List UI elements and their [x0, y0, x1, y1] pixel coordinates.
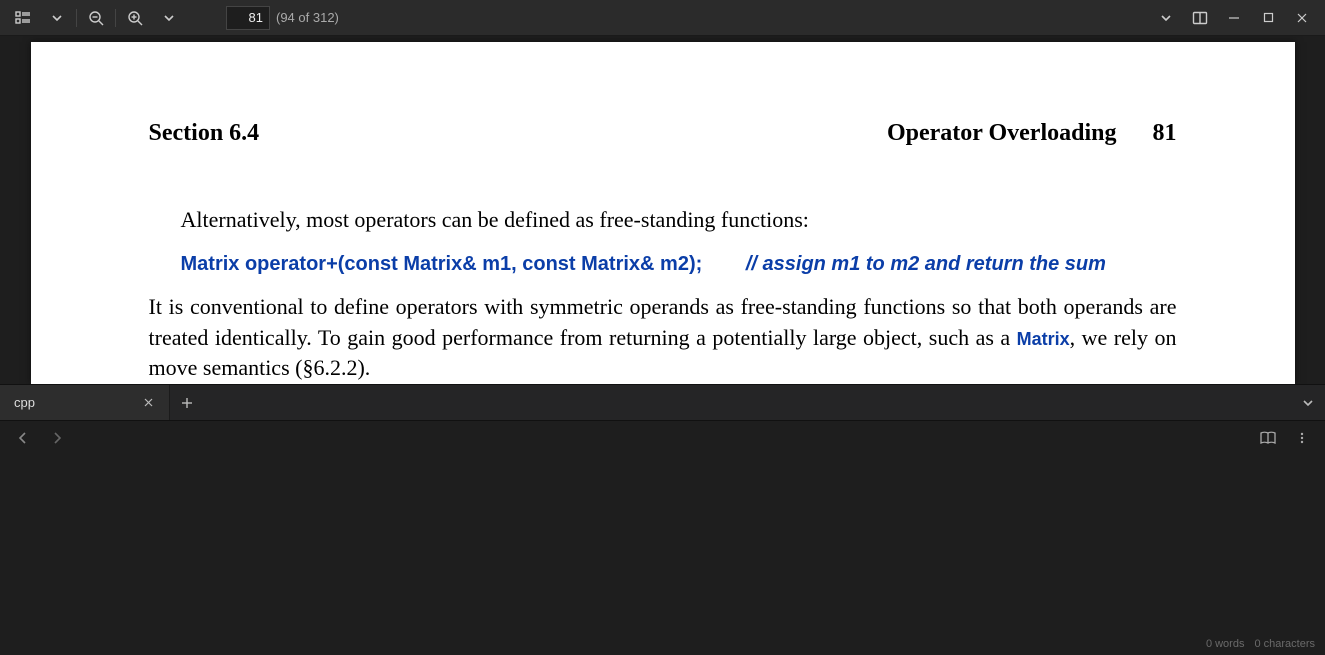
editor-tab-label: cpp — [14, 395, 35, 410]
section-label: Section 6.4 — [149, 120, 260, 147]
editor-subbar — [0, 420, 1325, 454]
pdf-paragraph: It is conventional to define operators w… — [149, 292, 1177, 383]
tab-close-button[interactable] — [139, 394, 157, 412]
sidebar-toggle-button[interactable] — [6, 4, 40, 32]
pdf-code-line: Matrix operator+(const Matrix& m1, const… — [181, 253, 1177, 276]
status-word-count: 0 words — [1206, 638, 1245, 650]
zoom-dropdown-button[interactable] — [152, 4, 186, 32]
tabs-overflow-button[interactable] — [1291, 385, 1325, 420]
inline-code: Matrix — [1017, 329, 1070, 349]
pdf-toolbar: (94 of 312) — [0, 0, 1325, 36]
pdf-viewport[interactable]: Section 6.4 Operator Overloading 81 Alte… — [0, 36, 1325, 384]
more-options-button[interactable] — [1289, 425, 1315, 451]
editor-body[interactable] — [0, 454, 1325, 633]
page-number: 81 — [1153, 120, 1177, 147]
window-maximize-button[interactable] — [1251, 4, 1285, 32]
page-number-input[interactable] — [226, 6, 270, 30]
nav-back-button[interactable] — [10, 425, 36, 451]
reading-mode-button[interactable] — [1255, 425, 1281, 451]
pdf-page: Section 6.4 Operator Overloading 81 Alte… — [31, 42, 1295, 384]
reader-view-button[interactable] — [1183, 4, 1217, 32]
header-title: Operator Overloading — [887, 120, 1117, 147]
editor-tab[interactable]: cpp — [0, 385, 170, 420]
status-bar: 0 words 0 characters — [0, 633, 1325, 655]
zoom-out-button[interactable] — [79, 4, 113, 32]
nav-forward-button[interactable] — [44, 425, 70, 451]
tools-dropdown-button[interactable] — [1149, 4, 1183, 32]
code-comment: // assign m1 to m2 and return the sum — [746, 253, 1106, 275]
editor-tabstrip: cpp — [0, 384, 1325, 420]
code-declaration: Matrix operator+(const Matrix& m1, const… — [181, 253, 703, 275]
sidebar-dropdown-button[interactable] — [40, 4, 74, 32]
new-tab-button[interactable] — [170, 385, 204, 420]
window-close-button[interactable] — [1285, 4, 1319, 32]
status-char-count: 0 characters — [1254, 638, 1315, 650]
page-count-label: (94 of 312) — [276, 10, 339, 25]
pdf-page-header: Section 6.4 Operator Overloading 81 — [149, 120, 1177, 147]
zoom-in-button[interactable] — [118, 4, 152, 32]
window-minimize-button[interactable] — [1217, 4, 1251, 32]
pdf-paragraph: Alternatively, most operators can be def… — [149, 205, 1177, 235]
